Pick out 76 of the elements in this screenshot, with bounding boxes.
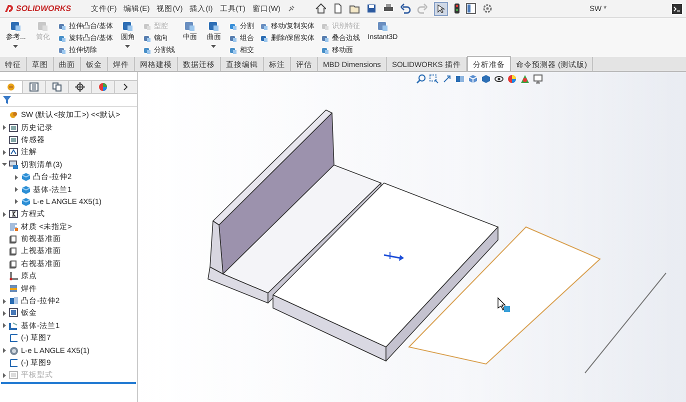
caret-icon[interactable] bbox=[125, 45, 130, 49]
pin-icon bbox=[288, 5, 296, 12]
origin-icon bbox=[9, 271, 19, 282]
tool-icon bbox=[377, 21, 388, 32]
part-icon bbox=[9, 110, 19, 120]
body-icon bbox=[21, 184, 31, 195]
select-button[interactable] bbox=[434, 2, 448, 16]
flange-icon bbox=[9, 320, 19, 331]
new-file-icon[interactable] bbox=[332, 3, 344, 14]
expand-arrow-icon[interactable] bbox=[14, 187, 19, 192]
collapse-arrow-icon[interactable] bbox=[2, 162, 7, 168]
monitor-icon[interactable] bbox=[533, 74, 543, 84]
view-orientation-icon[interactable] bbox=[468, 74, 478, 84]
plane-icon bbox=[9, 258, 19, 269]
brand-name: SOLIDWORKS bbox=[16, 2, 72, 14]
body-icon bbox=[21, 196, 31, 207]
configuration-icon[interactable] bbox=[52, 82, 62, 92]
open-file-icon[interactable] bbox=[349, 3, 360, 14]
zoom-fit-icon[interactable] bbox=[416, 74, 426, 84]
settings-icon[interactable] bbox=[482, 3, 494, 14]
weldment-icon bbox=[9, 284, 19, 294]
filter-icon bbox=[3, 96, 11, 104]
property-list-icon[interactable] bbox=[29, 82, 39, 92]
body-icon bbox=[21, 172, 31, 182]
hide-show-icon[interactable] bbox=[494, 74, 504, 84]
folder-icon bbox=[9, 134, 19, 145]
plane-icon bbox=[9, 246, 19, 256]
traffic-light-icon[interactable] bbox=[454, 3, 460, 14]
expand-arrow-icon[interactable] bbox=[2, 125, 7, 130]
cutlist-icon bbox=[9, 160, 19, 170]
save-icon[interactable] bbox=[366, 3, 378, 14]
tool-icon bbox=[208, 21, 220, 32]
folder-icon bbox=[9, 122, 19, 133]
expand-arrow-icon[interactable] bbox=[2, 348, 7, 354]
sketch-icon bbox=[9, 358, 19, 368]
zoom-area-icon[interactable] bbox=[429, 74, 439, 84]
expand-arrow-icon[interactable] bbox=[14, 174, 19, 180]
expand-arrow-icon[interactable] bbox=[2, 212, 7, 217]
tool-icon bbox=[37, 21, 48, 32]
feature-manager-icon[interactable] bbox=[6, 82, 16, 92]
expand-arrow-icon[interactable] bbox=[14, 199, 19, 204]
undo-icon[interactable] bbox=[400, 3, 412, 14]
sketch-icon bbox=[9, 333, 19, 344]
terminal-icon[interactable] bbox=[672, 4, 682, 14]
section-view-icon[interactable] bbox=[455, 74, 465, 84]
crosshair-icon[interactable] bbox=[75, 82, 85, 92]
previous-view-icon[interactable] bbox=[442, 74, 452, 84]
tool-icon bbox=[122, 21, 134, 32]
tool-icon bbox=[10, 21, 22, 32]
display-style-icon[interactable] bbox=[481, 74, 491, 84]
appearance-icon[interactable] bbox=[507, 74, 517, 84]
origin-arrow-icon bbox=[384, 252, 404, 261]
caret-icon[interactable] bbox=[211, 45, 216, 49]
cursor-icon bbox=[498, 297, 510, 312]
expand-arrow-icon[interactable] bbox=[2, 310, 7, 316]
pointer-icon bbox=[437, 4, 446, 13]
plane-icon bbox=[9, 234, 19, 244]
logo-icon bbox=[4, 4, 14, 13]
scene-icon[interactable] bbox=[520, 74, 530, 84]
filter-field[interactable] bbox=[0, 94, 137, 107]
home-icon[interactable] bbox=[315, 3, 326, 14]
expand-arrow-icon[interactable] bbox=[2, 323, 7, 328]
caret-icon[interactable] bbox=[13, 45, 18, 49]
note-icon bbox=[9, 147, 19, 158]
expand-arrow-icon[interactable] bbox=[2, 298, 7, 304]
tool-icon bbox=[184, 21, 196, 32]
equation-icon bbox=[9, 209, 19, 220]
panel-icon[interactable] bbox=[466, 3, 476, 14]
material-icon bbox=[9, 222, 19, 232]
expand-arrow-icon[interactable] bbox=[2, 150, 7, 155]
feature-icon bbox=[9, 296, 19, 306]
print-icon[interactable] bbox=[383, 3, 394, 14]
rollback-bar[interactable] bbox=[1, 382, 136, 384]
flat-icon bbox=[9, 370, 19, 380]
sheetmetal-icon bbox=[9, 308, 19, 318]
appearance-icon[interactable] bbox=[98, 82, 108, 92]
